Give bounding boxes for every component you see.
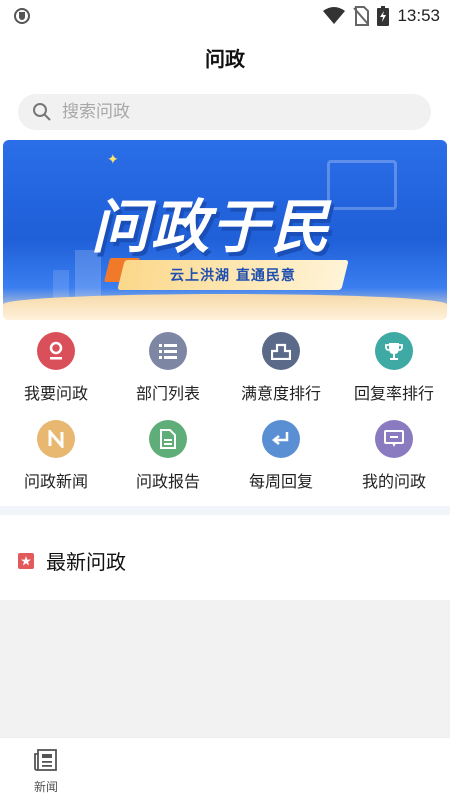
menu-item-ask[interactable]: 我要问政 [0,328,112,412]
status-bar: 13:53 [0,0,450,32]
latest-list-area [0,600,450,737]
section-header: 最新问政 [18,546,126,575]
star-flag-icon [18,552,34,569]
banner-floor [3,294,447,320]
menu-item-my-questions[interactable]: 我的问政 [338,416,450,500]
tab-news[interactable]: 新闻 [18,748,74,795]
news-n-icon [37,420,75,458]
no-sim-icon [353,6,370,26]
trophy-icon [375,332,413,370]
battery-icon [377,6,390,26]
page-title: 问政 [205,46,245,71]
menu-item-reply-rank[interactable]: 回复率排行 [338,328,450,412]
section-title: 最新问政 [46,550,126,574]
tab-label: 新闻 [33,780,58,794]
menu-item-news[interactable]: 问政新闻 [0,416,112,500]
banner-headline: 问政于民 [91,193,332,261]
clock: 13:53 [397,6,440,25]
app-bar: 问政 [0,32,450,82]
menu-item-label: 问政新闻 [23,472,88,491]
report-icon [149,420,187,458]
menu-item-label: 回复率排行 [353,384,434,403]
newspaper-icon [34,749,57,771]
rank-icon [262,332,300,370]
menu-item-departments[interactable]: 部门列表 [112,328,224,412]
reply-icon [262,420,300,458]
bottom-tab-bar: 新闻 [0,737,450,800]
menu-item-label: 部门列表 [135,384,200,403]
chat-icon [375,420,413,458]
menu-item-label: 我的问政 [361,472,426,491]
banner-tagline-ribbon: 云上洪湖 直通民意 [117,260,349,290]
menu-item-label: 满意度排行 [240,384,321,403]
search-bar[interactable] [18,94,431,130]
menu-item-label: 每周回复 [248,472,313,491]
banner-tagline: 云上洪湖 直通民意 [170,268,296,284]
shield-icon [14,8,30,24]
decor-window [327,160,397,210]
section-divider [0,506,450,515]
pin-icon [37,332,75,370]
search-icon [33,103,51,121]
list-icon [149,332,187,370]
menu-item-report[interactable]: 问政报告 [112,416,224,500]
banner[interactable]: ✦ 问政于民 云上洪湖 直通民意 [3,140,447,320]
menu-item-label: 问政报告 [135,472,200,491]
menu-item-weekly-reply[interactable]: 每周回复 [225,416,337,500]
status-icons: 13:53 [323,4,440,28]
wifi-icon [323,7,346,24]
menu-item-label: 我要问政 [23,384,88,403]
menu-item-satisfaction-rank[interactable]: 满意度排行 [225,328,337,412]
search-input[interactable] [62,102,392,122]
sparkle-icon: ✦ [107,152,119,168]
